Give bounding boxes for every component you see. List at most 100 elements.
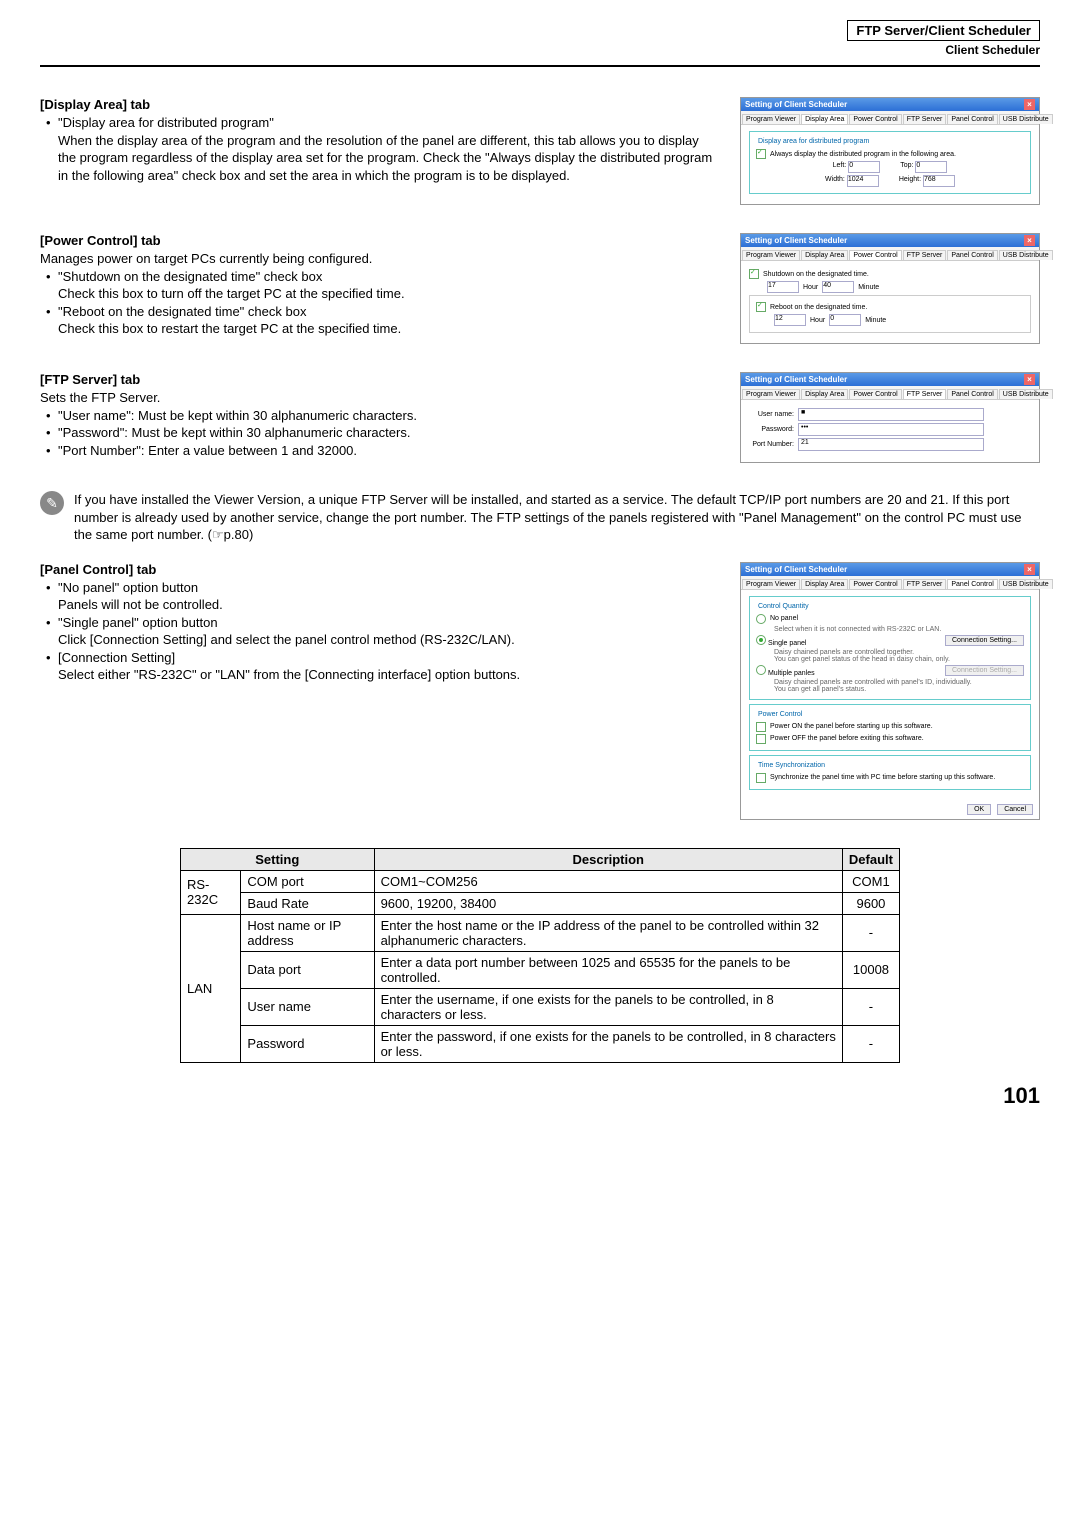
lan-cell: LAN xyxy=(181,914,241,1062)
left-label: Left: xyxy=(833,162,847,169)
password-desc: Enter the password, if one exists for th… xyxy=(374,1025,842,1062)
th-description: Description xyxy=(374,848,842,870)
power-bullet-1: "Shutdown on the designated time" check … xyxy=(40,268,720,286)
header-sub: Client Scheduler xyxy=(40,43,1040,57)
ftp-b2: "Password": Must be kept within 30 alpha… xyxy=(40,424,720,442)
width-input[interactable]: 1024 xyxy=(847,175,879,187)
shutdown-checkbox[interactable] xyxy=(749,269,759,279)
rs232c-cell: RS-232C xyxy=(181,870,241,914)
close-icon[interactable]: × xyxy=(1024,235,1035,246)
power-control-intro: Manages power on target PCs currently be… xyxy=(40,250,720,268)
dialog-ftp-server: Setting of Client Scheduler × Program Vie… xyxy=(740,372,1040,463)
power-on-checkbox[interactable] xyxy=(756,722,766,732)
dlg-title: Setting of Client Scheduler xyxy=(745,565,847,574)
dataport-setting: Data port xyxy=(241,951,374,988)
tab-power-control[interactable]: Power Control xyxy=(849,579,901,589)
conn-setting-button[interactable]: Connection Setting... xyxy=(945,635,1024,646)
left-input[interactable]: 0 xyxy=(848,161,880,173)
host-setting: Host name or IP address xyxy=(241,914,374,951)
reboot-hour[interactable]: 12 xyxy=(774,314,806,326)
tab-display-area[interactable]: Display Area xyxy=(801,579,848,589)
power-bullet-2: "Reboot on the designated time" check bo… xyxy=(40,303,720,321)
always-display-checkbox[interactable] xyxy=(756,149,766,159)
settings-table: Setting Description Default RS-232C COM … xyxy=(180,848,900,1063)
tab-panel-control[interactable]: Panel Control xyxy=(947,389,997,399)
power-control-title: [Power Control] tab xyxy=(40,233,720,248)
tab-usb-distribute[interactable]: USB Distribute xyxy=(999,250,1053,260)
close-icon[interactable]: × xyxy=(1024,99,1035,110)
user-label: User name: xyxy=(749,411,794,418)
username-setting: User name xyxy=(241,988,374,1025)
close-icon[interactable]: × xyxy=(1024,564,1035,575)
tab-power-control[interactable]: Power Control xyxy=(849,114,901,124)
tab-ftp-server[interactable]: FTP Server xyxy=(903,114,947,124)
tab-program-viewer[interactable]: Program Viewer xyxy=(742,389,800,399)
conn-setting-button-disabled: Connection Setting... xyxy=(945,665,1024,676)
tab-display-area[interactable]: Display Area xyxy=(801,114,848,124)
page-number: 101 xyxy=(40,1083,1040,1109)
sync-label: Synchronize the panel time with PC time … xyxy=(770,774,995,781)
tab-panel-control[interactable]: Panel Control xyxy=(947,250,997,260)
tab-panel-control[interactable]: Panel Control xyxy=(947,114,997,124)
tab-power-control[interactable]: Power Control xyxy=(849,250,901,260)
tab-ftp-server[interactable]: FTP Server xyxy=(903,579,947,589)
top-label: Top: xyxy=(900,162,913,169)
port-label: Port Number: xyxy=(749,441,794,448)
power-off-checkbox[interactable] xyxy=(756,734,766,744)
hour-label: Hour xyxy=(810,317,825,324)
port-input[interactable]: 21 xyxy=(798,438,984,451)
multi-label: Multiple panles xyxy=(768,670,815,677)
reboot-min[interactable]: 0 xyxy=(829,314,861,326)
th-setting: Setting xyxy=(181,848,375,870)
height-input[interactable]: 768 xyxy=(923,175,955,187)
dataport-default: 10008 xyxy=(842,951,899,988)
dlg-title: Setting of Client Scheduler xyxy=(745,375,847,384)
reboot-label: Reboot on the designated time. xyxy=(770,304,867,311)
tab-panel-control[interactable]: Panel Control xyxy=(947,579,997,589)
dataport-desc: Enter a data port number between 1025 an… xyxy=(374,951,842,988)
tab-display-area[interactable]: Display Area xyxy=(801,250,848,260)
multi-desc: Daisy chained panels are controlled with… xyxy=(756,679,1024,693)
pass-input[interactable]: ••• xyxy=(798,423,984,436)
single-desc: Daisy chained panels are controlled toge… xyxy=(756,649,1024,663)
display-area-title: [Display Area] tab xyxy=(40,97,720,112)
close-icon[interactable]: × xyxy=(1024,374,1035,385)
min-label: Minute xyxy=(865,317,886,324)
host-desc: Enter the host name or the IP address of… xyxy=(374,914,842,951)
sync-checkbox[interactable] xyxy=(756,773,766,783)
tab-program-viewer[interactable]: Program Viewer xyxy=(742,250,800,260)
tab-program-viewer[interactable]: Program Viewer xyxy=(742,114,800,124)
tab-program-viewer[interactable]: Program Viewer xyxy=(742,579,800,589)
group-title: Display area for distributed program xyxy=(756,138,871,145)
tab-ftp-server[interactable]: FTP Server xyxy=(903,250,947,260)
dialog-display-area: Setting of Client Scheduler× Program Vie… xyxy=(740,97,1040,205)
reboot-checkbox[interactable] xyxy=(756,302,766,312)
pc-p3: Select either "RS-232C" or "LAN" from th… xyxy=(40,666,720,684)
multi-panel-radio[interactable] xyxy=(756,665,766,675)
shutdown-min[interactable]: 40 xyxy=(822,281,854,293)
top-input[interactable]: 0 xyxy=(915,161,947,173)
tab-usb-distribute[interactable]: USB Distribute xyxy=(999,389,1053,399)
tab-power-control[interactable]: Power Control xyxy=(849,389,901,399)
single-panel-radio[interactable] xyxy=(756,635,766,645)
cb-label: Always display the distributed program i… xyxy=(770,151,956,158)
cancel-button[interactable]: Cancel xyxy=(997,804,1033,815)
ts-title: Time Synchronization xyxy=(756,762,827,769)
tab-display-area[interactable]: Display Area xyxy=(801,389,848,399)
note-icon: ✎ xyxy=(40,491,64,515)
username-default: - xyxy=(842,988,899,1025)
user-input[interactable]: ■ xyxy=(798,408,984,421)
no-panel-radio[interactable] xyxy=(756,614,766,624)
host-default: - xyxy=(842,914,899,951)
th-default: Default xyxy=(842,848,899,870)
shutdown-hour[interactable]: 17 xyxy=(767,281,799,293)
pc-b2: "Single panel" option button xyxy=(40,614,720,632)
password-setting: Password xyxy=(241,1025,374,1062)
tab-ftp-server[interactable]: FTP Server xyxy=(903,389,947,399)
pc-b3: [Connection Setting] xyxy=(40,649,720,667)
ftp-server-title: [FTP Server] tab xyxy=(40,372,720,387)
ok-button[interactable]: OK xyxy=(967,804,991,815)
ftp-b3: "Port Number": Enter a value between 1 a… xyxy=(40,442,720,460)
tab-usb-distribute[interactable]: USB Distribute xyxy=(999,579,1053,589)
tab-usb-distribute[interactable]: USB Distribute xyxy=(999,114,1053,124)
